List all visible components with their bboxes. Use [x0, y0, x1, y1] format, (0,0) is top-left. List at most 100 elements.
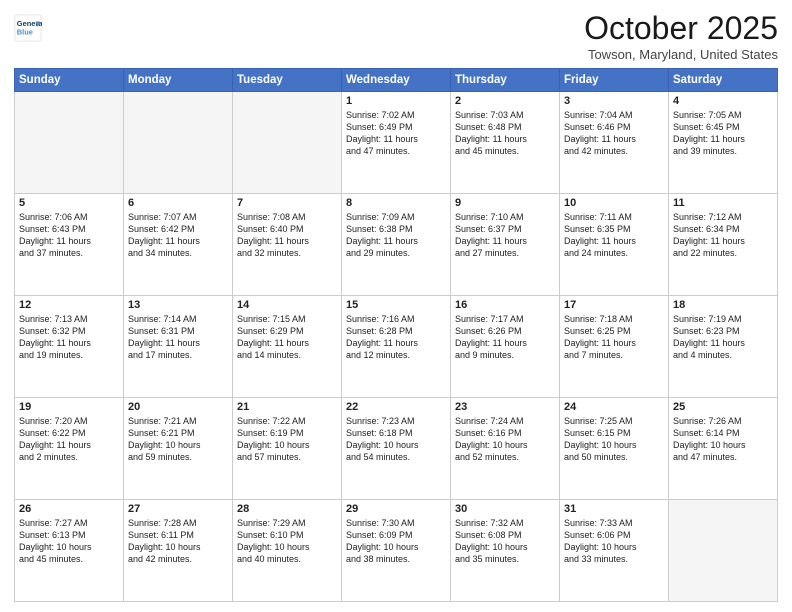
calendar-cell: [124, 92, 233, 194]
calendar-cell: 11Sunrise: 7:12 AM Sunset: 6:34 PM Dayli…: [669, 194, 778, 296]
calendar-cell: 28Sunrise: 7:29 AM Sunset: 6:10 PM Dayli…: [233, 500, 342, 602]
weekday-header-sunday: Sunday: [15, 69, 124, 92]
day-info: Sunrise: 7:30 AM Sunset: 6:09 PM Dayligh…: [346, 517, 446, 566]
calendar-cell: 19 Sunrise: 7:20 AM Sunset: 6:22 PM Dayli…: [15, 398, 124, 500]
day-number: 31: [564, 503, 664, 515]
day-number: 4: [673, 95, 773, 107]
day-number: 27: [128, 503, 228, 515]
day-number: 20: [128, 401, 228, 413]
day-number: 1: [346, 95, 446, 107]
day-number: 19: [19, 401, 119, 413]
calendar-cell: 31 Sunrise: 7:33 AM Sunset: 6:06 PM Dayli…: [560, 500, 669, 602]
day-info: Sunrise: 7:23 AM Sunset: 6:18 PM Dayligh…: [346, 415, 446, 464]
calendar-cell: 17 Sunrise: 7:18 AM Sunset: 6:25 PM Dayli…: [560, 296, 669, 398]
week-row-1: 1 Sunrise: 7:02 AM Sunset: 6:49 PM Daylig…: [15, 92, 778, 194]
week-row-4: 19 Sunrise: 7:20 AM Sunset: 6:22 PM Dayli…: [15, 398, 778, 500]
calendar-cell: 30Sunrise: 7:32 AM Sunset: 6:08 PM Dayli…: [451, 500, 560, 602]
calendar-cell: 5 Sunrise: 7:06 AM Sunset: 6:43 PM Daylig…: [15, 194, 124, 296]
day-info: Sunrise: 7:15 AM Sunset: 6:29 PM Dayligh…: [237, 313, 337, 362]
calendar-cell: 25 Sunrise: 7:26 AM Sunset: 6:14 PM Dayli…: [669, 398, 778, 500]
day-number: 18: [673, 299, 773, 311]
day-info: Sunrise: 7:26 AM Sunset: 6:14 PM Dayligh…: [673, 415, 773, 464]
weekday-header-wednesday: Wednesday: [342, 69, 451, 92]
calendar-cell: [15, 92, 124, 194]
calendar-cell: 20Sunrise: 7:21 AM Sunset: 6:21 PM Dayli…: [124, 398, 233, 500]
day-info: Sunrise: 7:10 AM Sunset: 6:37 PM Dayligh…: [455, 211, 555, 260]
day-info: Sunrise: 7:03 AM Sunset: 6:48 PM Dayligh…: [455, 109, 555, 158]
weekday-header-friday: Friday: [560, 69, 669, 92]
page: General Blue October 2025 Towson, Maryla…: [0, 0, 792, 612]
day-info: Sunrise: 7:24 AM Sunset: 6:16 PM Dayligh…: [455, 415, 555, 464]
calendar-cell: 9 Sunrise: 7:10 AM Sunset: 6:37 PM Daylig…: [451, 194, 560, 296]
calendar-cell: 21 Sunrise: 7:22 AM Sunset: 6:19 PM Dayli…: [233, 398, 342, 500]
day-info: Sunrise: 7:22 AM Sunset: 6:19 PM Dayligh…: [237, 415, 337, 464]
calendar-cell: 14Sunrise: 7:15 AM Sunset: 6:29 PM Dayli…: [233, 296, 342, 398]
day-info: Sunrise: 7:14 AM Sunset: 6:31 PM Dayligh…: [128, 313, 228, 362]
calendar-cell: 3Sunrise: 7:04 AM Sunset: 6:46 PM Daylig…: [560, 92, 669, 194]
calendar-cell: 1 Sunrise: 7:02 AM Sunset: 6:49 PM Daylig…: [342, 92, 451, 194]
day-number: 17: [564, 299, 664, 311]
day-number: 5: [19, 197, 119, 209]
calendar-cell: 8 Sunrise: 7:09 AM Sunset: 6:38 PM Daylig…: [342, 194, 451, 296]
day-info: Sunrise: 7:18 AM Sunset: 6:25 PM Dayligh…: [564, 313, 664, 362]
calendar-cell: 4 Sunrise: 7:05 AM Sunset: 6:45 PM Daylig…: [669, 92, 778, 194]
calendar-cell: 26 Sunrise: 7:27 AM Sunset: 6:13 PM Dayli…: [15, 500, 124, 602]
week-row-5: 26 Sunrise: 7:27 AM Sunset: 6:13 PM Dayli…: [15, 500, 778, 602]
day-number: 21: [237, 401, 337, 413]
calendar-cell: 16Sunrise: 7:17 AM Sunset: 6:26 PM Dayli…: [451, 296, 560, 398]
weekday-header-thursday: Thursday: [451, 69, 560, 92]
calendar-cell: 24 Sunrise: 7:25 AM Sunset: 6:15 PM Dayli…: [560, 398, 669, 500]
calendar-cell: 23 Sunrise: 7:24 AM Sunset: 6:16 PM Dayli…: [451, 398, 560, 500]
day-number: 25: [673, 401, 773, 413]
day-number: 6: [128, 197, 228, 209]
calendar-cell: 10Sunrise: 7:11 AM Sunset: 6:35 PM Dayli…: [560, 194, 669, 296]
weekday-header-saturday: Saturday: [669, 69, 778, 92]
day-number: 9: [455, 197, 555, 209]
day-info: Sunrise: 7:32 AM Sunset: 6:08 PM Dayligh…: [455, 517, 555, 566]
calendar-cell: 7 Sunrise: 7:08 AM Sunset: 6:40 PM Daylig…: [233, 194, 342, 296]
day-info: Sunrise: 7:09 AM Sunset: 6:38 PM Dayligh…: [346, 211, 446, 260]
week-row-3: 12Sunrise: 7:13 AM Sunset: 6:32 PM Dayli…: [15, 296, 778, 398]
day-info: Sunrise: 7:05 AM Sunset: 6:45 PM Dayligh…: [673, 109, 773, 158]
day-number: 29: [346, 503, 446, 515]
logo-icon: General Blue: [14, 14, 42, 42]
day-info: Sunrise: 7:08 AM Sunset: 6:40 PM Dayligh…: [237, 211, 337, 260]
day-number: 7: [237, 197, 337, 209]
header: General Blue October 2025 Towson, Maryla…: [14, 10, 778, 62]
calendar-cell: 29 Sunrise: 7:30 AM Sunset: 6:09 PM Dayli…: [342, 500, 451, 602]
day-number: 24: [564, 401, 664, 413]
weekday-header-tuesday: Tuesday: [233, 69, 342, 92]
logo: General Blue: [14, 14, 42, 42]
day-info: Sunrise: 7:16 AM Sunset: 6:28 PM Dayligh…: [346, 313, 446, 362]
day-number: 15: [346, 299, 446, 311]
day-number: 26: [19, 503, 119, 515]
day-info: Sunrise: 7:19 AM Sunset: 6:23 PM Dayligh…: [673, 313, 773, 362]
calendar-cell: 6 Sunrise: 7:07 AM Sunset: 6:42 PM Daylig…: [124, 194, 233, 296]
day-info: Sunrise: 7:02 AM Sunset: 6:49 PM Dayligh…: [346, 109, 446, 158]
day-number: 8: [346, 197, 446, 209]
calendar-cell: 2 Sunrise: 7:03 AM Sunset: 6:48 PM Daylig…: [451, 92, 560, 194]
day-number: 2: [455, 95, 555, 107]
calendar-cell: 13Sunrise: 7:14 AM Sunset: 6:31 PM Dayli…: [124, 296, 233, 398]
day-number: 23: [455, 401, 555, 413]
day-number: 22: [346, 401, 446, 413]
calendar-table: SundayMondayTuesdayWednesdayThursdayFrid…: [14, 68, 778, 602]
day-info: Sunrise: 7:07 AM Sunset: 6:42 PM Dayligh…: [128, 211, 228, 260]
day-info: Sunrise: 7:29 AM Sunset: 6:10 PM Dayligh…: [237, 517, 337, 566]
day-info: Sunrise: 7:06 AM Sunset: 6:43 PM Dayligh…: [19, 211, 119, 260]
day-info: Sunrise: 7:25 AM Sunset: 6:15 PM Dayligh…: [564, 415, 664, 464]
day-info: Sunrise: 7:04 AM Sunset: 6:46 PM Dayligh…: [564, 109, 664, 158]
day-info: Sunrise: 7:20 AM Sunset: 6:22 PM Dayligh…: [19, 415, 119, 464]
weekday-header-monday: Monday: [124, 69, 233, 92]
weekday-header-row: SundayMondayTuesdayWednesdayThursdayFrid…: [15, 69, 778, 92]
day-number: 11: [673, 197, 773, 209]
week-row-2: 5 Sunrise: 7:06 AM Sunset: 6:43 PM Daylig…: [15, 194, 778, 296]
calendar-cell: 15 Sunrise: 7:16 AM Sunset: 6:28 PM Dayli…: [342, 296, 451, 398]
calendar-cell: 22 Sunrise: 7:23 AM Sunset: 6:18 PM Dayli…: [342, 398, 451, 500]
day-number: 16: [455, 299, 555, 311]
title-block: October 2025 Towson, Maryland, United St…: [584, 10, 778, 62]
calendar-cell: 12Sunrise: 7:13 AM Sunset: 6:32 PM Dayli…: [15, 296, 124, 398]
day-info: Sunrise: 7:33 AM Sunset: 6:06 PM Dayligh…: [564, 517, 664, 566]
day-info: Sunrise: 7:27 AM Sunset: 6:13 PM Dayligh…: [19, 517, 119, 566]
day-info: Sunrise: 7:11 AM Sunset: 6:35 PM Dayligh…: [564, 211, 664, 260]
